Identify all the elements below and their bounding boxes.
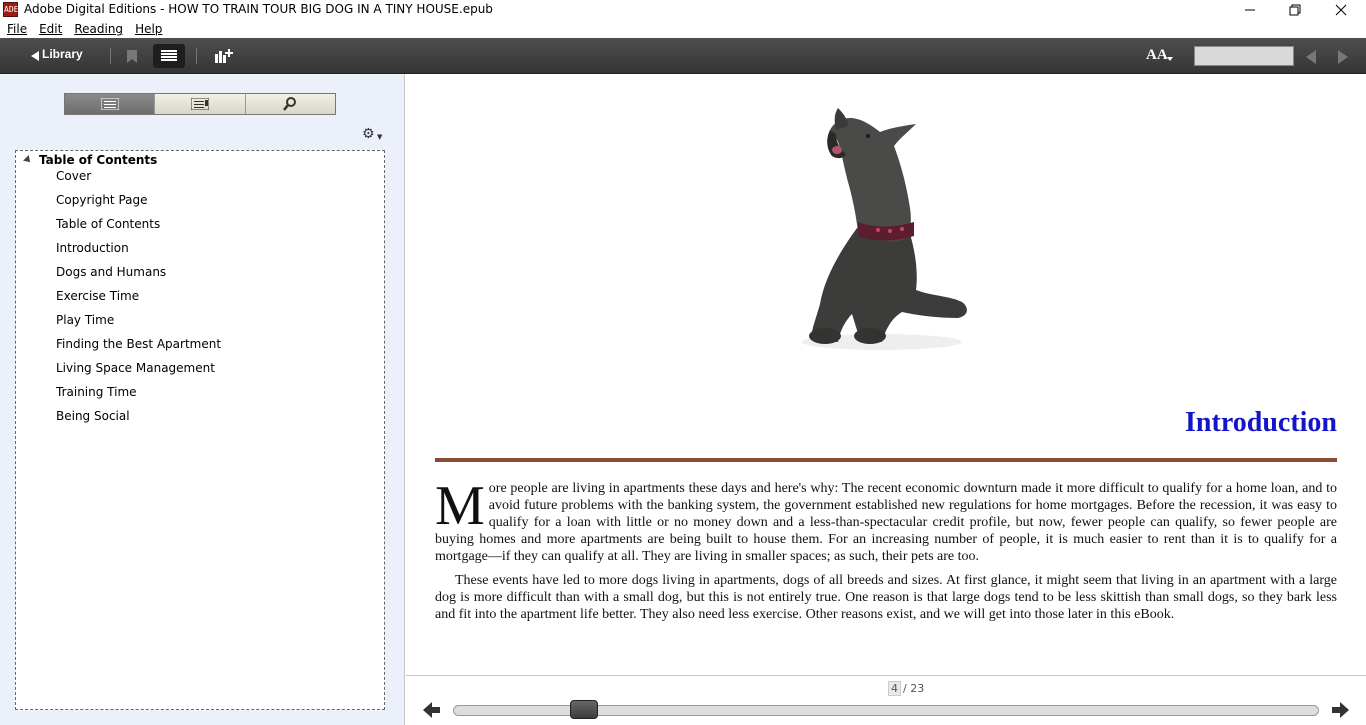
page-indicator: 4 / 23: [888, 681, 924, 696]
toc-item-training-time[interactable]: Training Time: [56, 385, 221, 409]
dog-illustration: [790, 104, 974, 354]
close-button[interactable]: [1318, 0, 1364, 20]
chevron-down-icon: ▼: [377, 133, 383, 141]
toc-list-icon: [100, 98, 119, 110]
toc-header-label: Table of Contents: [39, 153, 158, 167]
chapter-divider: [435, 458, 1337, 462]
page-scrubber-thumb[interactable]: [570, 700, 599, 719]
toc-item-play-time[interactable]: Play Time: [56, 313, 221, 337]
drop-cap: M: [435, 475, 485, 537]
toolbar: Library AA: [0, 38, 1366, 74]
bookmarks-list-icon: [190, 98, 209, 110]
tab-table-of-contents[interactable]: [65, 94, 156, 114]
toc-list: Cover Copyright Page Table of Contents I…: [56, 169, 221, 433]
page-number-input[interactable]: [1194, 46, 1294, 66]
next-page-icon[interactable]: [1338, 50, 1348, 64]
toc-item-being-social[interactable]: Being Social: [56, 409, 221, 433]
menu-reading[interactable]: Reading: [68, 20, 129, 39]
toc-item-copyright-page[interactable]: Copyright Page: [56, 193, 221, 217]
restore-icon: [1289, 4, 1301, 16]
toc-item-exercise-time[interactable]: Exercise Time: [56, 289, 221, 313]
close-icon: [1335, 4, 1347, 16]
back-triangle-icon: [31, 51, 39, 61]
window-title: Adobe Digital Editions - HOW TO TRAIN TO…: [24, 2, 493, 16]
toc-item-table-of-contents[interactable]: Table of Contents: [56, 217, 221, 241]
table-of-contents-tree: Table of Contents Cover Copyright Page T…: [15, 150, 385, 710]
toc-item-living-space-management[interactable]: Living Space Management: [56, 361, 221, 385]
title-bar: ADE Adobe Digital Editions - HOW TO TRAI…: [0, 0, 1366, 20]
toolbar-separator: [196, 48, 197, 64]
bookmark-button[interactable]: [116, 44, 148, 68]
paragraph-2: These events have led to more dogs livin…: [435, 573, 1337, 622]
minimize-button[interactable]: [1227, 0, 1273, 20]
expand-triangle-icon[interactable]: [23, 155, 33, 165]
next-page-arrow-icon[interactable]: [1331, 701, 1349, 719]
chevron-down-icon: [1167, 57, 1173, 61]
tab-bookmarks[interactable]: [155, 94, 246, 114]
add-to-library-button[interactable]: [208, 44, 240, 68]
chapter-title: Introduction: [1185, 407, 1337, 438]
previous-page-arrow-icon[interactable]: [423, 701, 441, 719]
toc-view-button[interactable]: [153, 44, 185, 68]
current-page-number[interactable]: 4: [888, 681, 901, 696]
restore-button[interactable]: [1272, 0, 1318, 20]
toolbar-separator: [110, 48, 111, 64]
previous-page-icon[interactable]: [1306, 50, 1316, 64]
paragraph-1-text: ore people are living in apartments thes…: [435, 481, 1337, 564]
toc-root[interactable]: Table of Contents: [23, 153, 158, 167]
total-pages: / 23: [903, 682, 925, 695]
menu-edit[interactable]: Edit: [33, 20, 68, 39]
minimize-icon: [1245, 9, 1255, 11]
menu-help[interactable]: Help: [129, 20, 168, 39]
toc-item-dogs-and-humans[interactable]: Dogs and Humans: [56, 265, 221, 289]
app-logo-icon: ADE: [3, 2, 18, 17]
bookmark-icon: [127, 49, 137, 63]
font-size-button[interactable]: AA: [1146, 47, 1168, 64]
gear-icon[interactable]: ⚙: [362, 126, 375, 142]
sidebar-tab-group: [64, 93, 336, 115]
toc-item-introduction[interactable]: Introduction: [56, 241, 221, 265]
sidebar: ⚙ ▼ Table of Contents Cover Copyright Pa…: [0, 74, 405, 725]
library-button[interactable]: Library: [42, 47, 83, 61]
menu-bar: File Edit Reading Help: [0, 20, 1366, 39]
bar-chart-add-icon: [215, 49, 233, 63]
toc-item-cover[interactable]: Cover: [56, 169, 221, 193]
paragraph-1: More people are living in apartments the…: [435, 475, 1337, 565]
tab-search[interactable]: [245, 94, 335, 114]
chapter-body: More people are living in apartments the…: [435, 475, 1337, 630]
menu-file[interactable]: File: [0, 20, 33, 39]
toc-item-finding-the-best-apartment[interactable]: Finding the Best Apartment: [56, 337, 221, 361]
reading-pane: Introduction More people are living in a…: [406, 74, 1366, 675]
search-icon: [283, 97, 297, 111]
page-navigation-bar: 4 / 23: [406, 675, 1366, 725]
list-icon: [161, 50, 177, 61]
